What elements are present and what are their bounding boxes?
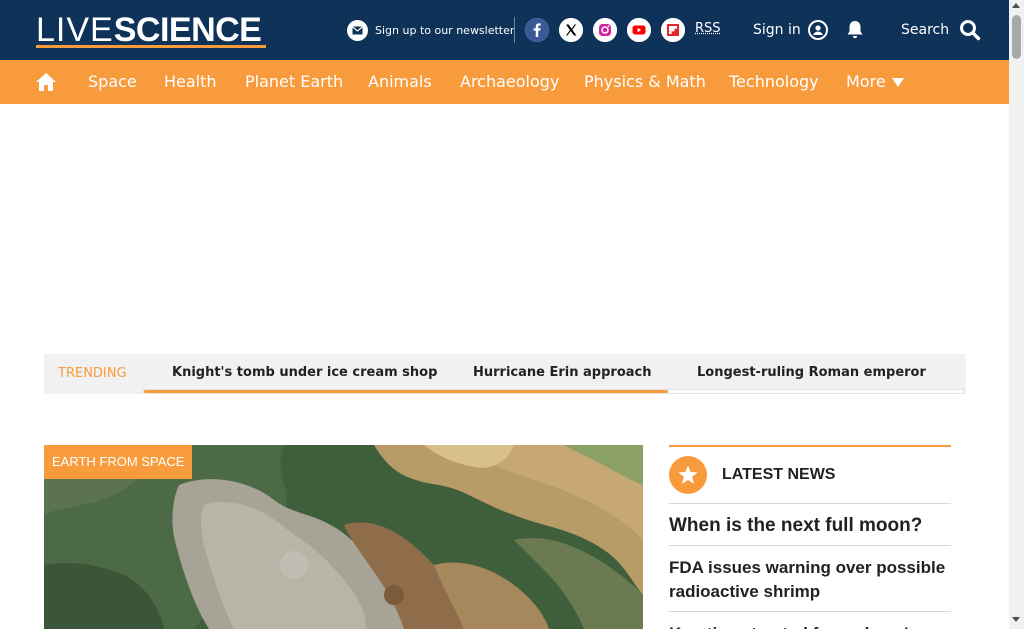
scroll-thumb[interactable] [1012, 15, 1021, 59]
trending-link[interactable]: Knight's tomb under ice cream shop [172, 365, 437, 381]
trending-link[interactable]: Longest-ruling Roman emperor [697, 365, 926, 381]
nav-item-planet-earth[interactable]: Planet Earth [245, 73, 343, 91]
latest-news-item[interactable]: Keratin extracted from sheep's [669, 612, 951, 629]
home-icon[interactable] [35, 72, 57, 92]
nav-item-archaeology[interactable]: Archaeology [460, 73, 559, 91]
page-scrollbar[interactable] [1009, 0, 1024, 629]
trending-bar: TRENDING Knight's tomb under ice cream s… [44, 354, 966, 394]
latest-news-title: LATEST NEWS [722, 466, 836, 483]
nav-more-dropdown[interactable]: More [846, 73, 904, 91]
trending-scroll-indicator[interactable] [144, 390, 669, 393]
instagram-icon[interactable] [593, 18, 617, 42]
sign-in-label: Sign in [753, 22, 801, 38]
search-label: Search [901, 22, 950, 38]
nav-item-space[interactable]: Space [88, 73, 137, 91]
hero-article[interactable]: EARTH FROM SPACE [44, 445, 643, 629]
latest-news-item[interactable]: FDA issues warning over possible radioac… [669, 546, 951, 612]
trending-link[interactable]: Hurricane Erin approach [473, 365, 651, 381]
scroll-down-arrow-icon[interactable] [1012, 617, 1020, 622]
flipboard-icon[interactable] [661, 18, 685, 42]
nav-item-animals[interactable]: Animals [368, 73, 432, 91]
latest-news-header: LATEST NEWS [669, 447, 951, 504]
latest-news-item[interactable]: When is the next full moon? [669, 504, 951, 546]
main-nav: Space Health Planet Earth Animals Archae… [0, 60, 1009, 104]
star-icon [669, 456, 707, 494]
logo-live-text: LIVE [36, 11, 114, 49]
nav-item-technology[interactable]: Technology [729, 73, 819, 91]
user-icon [807, 20, 828, 40]
search-button[interactable]: Search [901, 19, 981, 41]
logo-underline [36, 45, 266, 48]
x-icon[interactable] [559, 18, 583, 42]
caret-down-icon [891, 77, 904, 87]
nav-item-physics-math[interactable]: Physics & Math [584, 73, 706, 91]
logo-science-text: SCIENCE [113, 11, 262, 49]
trending-label: TRENDING [58, 366, 127, 381]
youtube-icon[interactable] [627, 18, 651, 42]
latest-news-panel: LATEST NEWS When is the next full moon? … [669, 445, 951, 629]
page: LIVE SCIENCE Sign up to our newsletter RS… [0, 0, 1009, 629]
search-icon [959, 19, 981, 41]
header-divider [514, 17, 515, 43]
newsletter-signup-link[interactable]: Sign up to our newsletter [347, 19, 514, 41]
nav-more-label: More [846, 72, 886, 91]
notifications-bell-icon[interactable] [845, 19, 865, 41]
facebook-icon[interactable] [525, 18, 549, 42]
sign-in-button[interactable]: Sign in [753, 19, 828, 41]
mail-icon [347, 19, 368, 41]
category-tag[interactable]: EARTH FROM SPACE [44, 445, 193, 479]
site-header: LIVE SCIENCE Sign up to our newsletter RS… [0, 0, 1009, 60]
scroll-up-arrow-icon[interactable] [1012, 3, 1020, 8]
newsletter-label: Sign up to our newsletter [375, 23, 515, 37]
trending-scroll-track[interactable] [143, 389, 964, 394]
livescience-logo[interactable]: LIVE SCIENCE [36, 11, 266, 49]
rss-link[interactable]: RSS [695, 21, 721, 36]
nav-item-health[interactable]: Health [164, 73, 217, 91]
